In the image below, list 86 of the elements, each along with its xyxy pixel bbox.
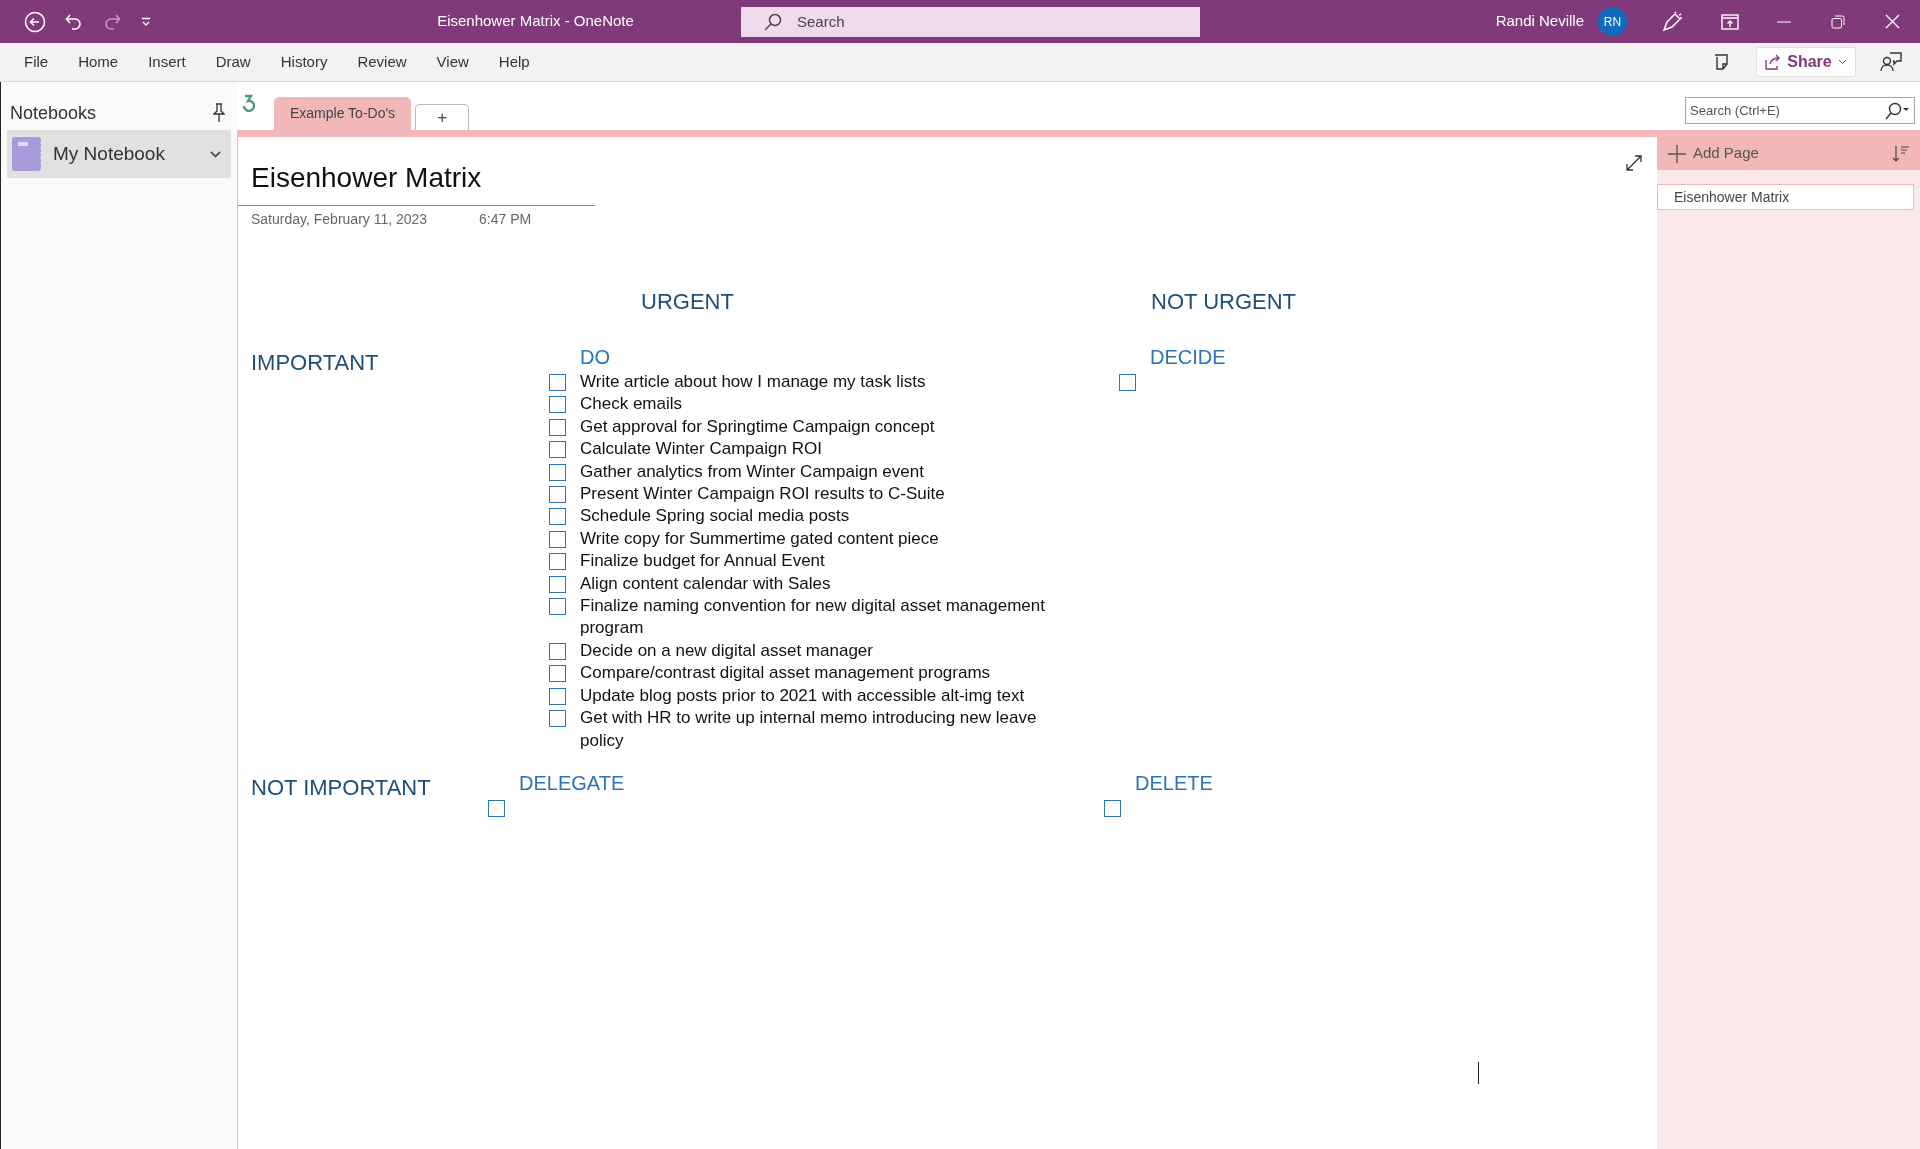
expand-icon[interactable] (1626, 155, 1642, 171)
menu-item[interactable]: Insert (134, 47, 200, 77)
section-tab[interactable]: Example To-Do's (274, 97, 412, 130)
checkbox[interactable] (488, 800, 505, 817)
task-text: Update blog posts prior to 2021 with accessible alt-img text (580, 684, 1026, 707)
menu-item[interactable]: Draw (201, 47, 265, 77)
checkbox[interactable] (549, 486, 566, 504)
checkbox[interactable] (549, 665, 566, 683)
checkbox[interactable] (549, 374, 566, 391)
task-text: Write article about how I manage my task lists (580, 371, 927, 393)
quadrant-heading: DELEGATE (518, 771, 625, 796)
chevron-down-icon (1837, 59, 1847, 65)
close-icon[interactable] (1885, 14, 1900, 29)
sort-icon[interactable] (1892, 144, 1910, 163)
checkbox[interactable] (549, 687, 566, 705)
task-text: Get approval for Springtime Campaign concept (580, 415, 936, 438)
checkbox[interactable] (549, 396, 566, 414)
quadrant-heading: DELETE (1134, 771, 1213, 796)
menu-item[interactable]: Home (64, 47, 133, 77)
page-date: Saturday, February 11, 2023 (251, 210, 428, 229)
share-button[interactable]: Share (1756, 47, 1856, 77)
search-field[interactable]: Search (741, 6, 1200, 37)
search-icon (1882, 101, 1910, 120)
checkbox[interactable] (549, 553, 566, 571)
share-icon (1765, 54, 1782, 70)
customize-dropdown-icon[interactable] (140, 15, 152, 28)
chevron-down-icon[interactable] (210, 150, 221, 158)
section-tab[interactable]: + (415, 104, 470, 130)
task-text: Schedule Spring social media posts (580, 505, 851, 528)
feedback-icon[interactable] (1880, 51, 1902, 73)
quadrant-heading: DECIDE (1149, 345, 1226, 370)
checkbox[interactable] (549, 508, 566, 526)
page-item[interactable]: Eisenhower Matrix (1657, 184, 1914, 210)
menu-item[interactable]: File (10, 47, 63, 77)
user-name: Randi Neville (1495, 11, 1584, 32)
menu-item[interactable]: View (422, 47, 483, 77)
menu-item[interactable]: History (266, 47, 342, 77)
search-notes-field[interactable]: Search (Ctrl+E) (1685, 97, 1915, 124)
checkbox[interactable] (1119, 374, 1136, 391)
add-page-button[interactable]: Add Page (1693, 142, 1759, 165)
page-time: 6:47 PM (479, 210, 532, 229)
task-text: Present Winter Campaign ROI results to C-Suite (580, 483, 946, 506)
task-text: Decide on a new digital asset manager (580, 639, 874, 662)
checkbox[interactable] (549, 598, 566, 616)
task-text: Align content calendar with Sales (580, 572, 832, 595)
search-icon (763, 11, 783, 32)
plus-icon[interactable] (1667, 143, 1687, 164)
search-input[interactable]: Search (797, 6, 1177, 37)
task-text: Calculate Winter Campaign ROI (580, 438, 823, 461)
task-text: Get with HR to write up internal memo introducing new leave policy (580, 707, 1038, 752)
checkbox[interactable] (1104, 800, 1121, 817)
task-text: Finalize budget for Annual Event (580, 550, 826, 573)
checkbox[interactable] (549, 710, 566, 728)
page-title: Eisenhower Matrix (251, 161, 482, 195)
column-heading: NOT URGENT (1151, 288, 1297, 316)
presentation-icon[interactable] (1721, 13, 1739, 30)
checkbox[interactable] (549, 463, 566, 481)
task-text: Compare/contrast digital asset management programs (580, 662, 992, 685)
notebooks-heading: Notebooks (10, 101, 97, 125)
row-heading: IMPORTANT (251, 349, 379, 377)
task-text: Check emails (580, 393, 684, 416)
user-avatar[interactable]: RN (1598, 7, 1627, 36)
quadrant-heading: DO (579, 345, 611, 370)
text-cursor (1478, 1062, 1479, 1084)
menu-item[interactable]: Review (343, 47, 421, 77)
pen-icon[interactable] (1661, 10, 1683, 33)
notebook-name: My Notebook (53, 141, 165, 166)
pin-icon[interactable] (213, 103, 225, 123)
task-text: Gather analytics from Winter Campaign event (580, 460, 925, 483)
checkbox[interactable] (549, 575, 566, 593)
task-text: Write copy for Summertime gated content piece (580, 527, 940, 550)
task-text: Finalize naming convention for new digital asset management program (580, 595, 1046, 640)
restore-icon[interactable] (1831, 14, 1845, 29)
minimize-icon[interactable] (1777, 20, 1791, 23)
row-heading: NOT IMPORTANT (251, 774, 431, 802)
menu-item[interactable]: Help (484, 47, 544, 77)
window-title: Eisenhower Matrix - OneNote (436, 11, 635, 32)
checkbox[interactable] (549, 642, 566, 660)
notebook-icon (11, 136, 43, 172)
notebook-item[interactable]: My Notebook (7, 130, 231, 178)
checkbox[interactable] (549, 418, 566, 436)
column-heading: URGENT (641, 288, 734, 316)
search-notes-input[interactable]: Search (Ctrl+E) (1690, 98, 1882, 123)
checkbox[interactable] (549, 441, 566, 459)
back-icon[interactable] (24, 10, 46, 33)
checkbox[interactable] (549, 530, 566, 548)
